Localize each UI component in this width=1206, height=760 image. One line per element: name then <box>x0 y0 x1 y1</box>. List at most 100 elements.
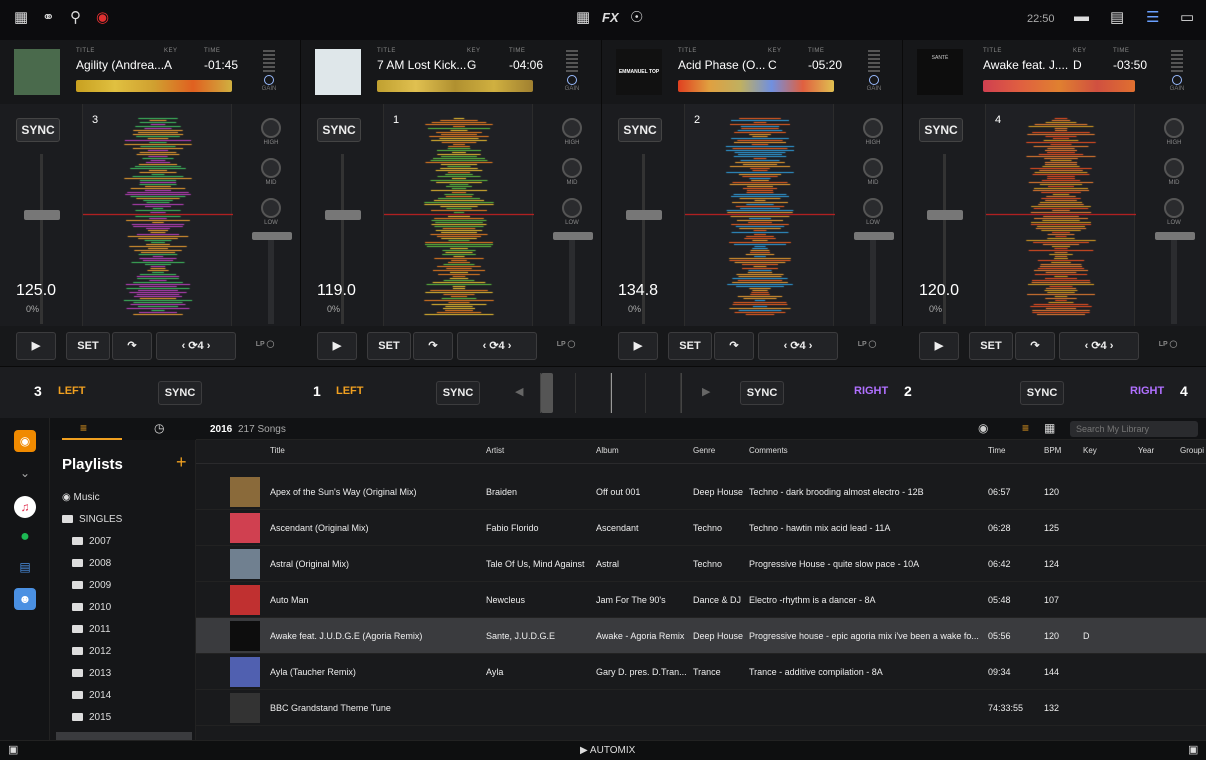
eq-high-knob[interactable]: HIGH <box>258 118 284 146</box>
playlist-item-music[interactable]: ◉ Music <box>62 492 100 503</box>
deck-assign-right[interactable]: RIGHT <box>1130 385 1164 397</box>
overview-waveform[interactable] <box>76 80 232 92</box>
sync-button[interactable]: SYNC <box>158 381 202 405</box>
eq-low-knob[interactable]: LOW <box>258 198 284 226</box>
eq-high-knob[interactable]: HIGH <box>1161 118 1187 146</box>
eq-mid-knob[interactable]: MID <box>559 158 585 186</box>
sync-button[interactable]: SYNC <box>317 118 361 142</box>
filter-icon[interactable]: ◉ <box>978 421 988 435</box>
bpm-display[interactable]: 134.8 <box>618 282 658 300</box>
overview-waveform[interactable] <box>983 80 1135 92</box>
crossfader-left-arrow[interactable]: ◀ <box>515 385 523 398</box>
waveform-display[interactable] <box>684 104 835 326</box>
eq-low-knob[interactable]: LOW <box>860 198 886 226</box>
itunes-icon[interactable]: ♫ <box>14 496 36 518</box>
playlists-tab-icon[interactable]: ≡ <box>80 421 87 435</box>
filter-knob[interactable]: LP ◯ HP <box>852 332 882 374</box>
col-time[interactable]: Time <box>988 446 1005 455</box>
col-grouping[interactable]: Groupi <box>1180 446 1204 455</box>
play-button[interactable]: ▶ <box>919 332 959 360</box>
folder-year[interactable]: 2007 <box>72 536 111 547</box>
overview-waveform[interactable] <box>678 80 834 92</box>
table-row[interactable]: Ayla (Taucher Remix) Ayla Gary D. pres. D.… <box>196 654 1206 690</box>
filter-knob[interactable]: LP ◯ HP <box>551 332 581 374</box>
loop-control[interactable]: ‹ ⟳4 › <box>758 332 838 360</box>
jump-icon[interactable]: ↷ <box>112 332 152 360</box>
col-genre[interactable]: Genre <box>693 446 715 455</box>
gain-control[interactable]: GAIN <box>866 50 882 92</box>
col-album[interactable]: Album <box>596 446 619 455</box>
bpm-display[interactable]: 119.0 <box>317 282 356 300</box>
crossfader-handle[interactable] <box>541 373 553 413</box>
sync-button[interactable]: SYNC <box>919 118 963 142</box>
folder-year[interactable]: 2014 <box>72 690 111 701</box>
col-comments[interactable]: Comments <box>749 446 788 455</box>
set-cue-button[interactable]: SET <box>969 332 1013 360</box>
set-cue-button[interactable]: SET <box>66 332 110 360</box>
fx-button[interactable]: FX <box>602 10 619 25</box>
library-icon[interactable]: ◉ <box>14 430 36 452</box>
layout-double-icon[interactable]: ▤ <box>1110 8 1124 26</box>
eq-high-knob[interactable]: HIGH <box>559 118 585 146</box>
eq-mid-knob[interactable]: MID <box>860 158 886 186</box>
gain-control[interactable]: GAIN <box>261 50 277 92</box>
eq-low-knob[interactable]: LOW <box>559 198 585 226</box>
loop-control[interactable]: ‹ ⟳4 › <box>1059 332 1139 360</box>
col-key[interactable]: Key <box>1083 446 1097 455</box>
folder-singles[interactable]: SINGLES <box>62 514 122 525</box>
crossfader[interactable] <box>540 373 682 413</box>
loop-control[interactable]: ‹ ⟳4 › <box>457 332 537 360</box>
sync-button[interactable]: SYNC <box>16 118 60 142</box>
table-row[interactable]: Astral (Original Mix) Tale Of Us, Mind Ag… <box>196 546 1206 582</box>
record-icon[interactable]: ◉ <box>96 8 109 26</box>
loop-control[interactable]: ‹ ⟳4 › <box>156 332 236 360</box>
play-button[interactable]: ▶ <box>16 332 56 360</box>
collapse-icon[interactable]: ⌄ <box>14 462 36 484</box>
gain-control[interactable]: GAIN <box>1169 50 1185 92</box>
deck-assign-left[interactable]: LEFT <box>336 385 364 397</box>
folder-year[interactable]: 2008 <box>72 558 111 569</box>
waveform-display[interactable] <box>985 104 1136 326</box>
col-year[interactable]: Year <box>1138 446 1154 455</box>
sync-button[interactable]: SYNC <box>740 381 784 405</box>
history-tab-icon[interactable]: ◷ <box>154 421 164 435</box>
table-row[interactable]: Awake feat. J.U.D.G.E (Agoria Remix) Sant… <box>196 618 1206 654</box>
col-title[interactable]: Title <box>270 446 285 455</box>
deck-number[interactable]: 4 <box>995 114 1001 126</box>
gain-control[interactable]: GAIN <box>564 50 580 92</box>
pitch-fader[interactable] <box>927 210 963 220</box>
add-panel-icon[interactable]: ▣ <box>8 743 18 756</box>
waveform-display[interactable] <box>383 104 534 326</box>
folder-year[interactable]: 2011 <box>72 624 111 635</box>
bpm-display[interactable]: 125.0 <box>16 282 56 300</box>
list-view-icon[interactable]: ≡ <box>1022 421 1029 435</box>
overview-waveform[interactable] <box>377 80 533 92</box>
deck-assign-left[interactable]: LEFT <box>58 385 86 397</box>
headphones-icon[interactable]: ⚭ <box>42 8 55 26</box>
table-row[interactable]: Auto Man Newcleus Jam For The 90's Dance & … <box>196 582 1206 618</box>
play-button[interactable]: ▶ <box>618 332 658 360</box>
channel-fader[interactable] <box>252 232 292 240</box>
eq-mid-knob[interactable]: MID <box>258 158 284 186</box>
sidebar-toggle-icon[interactable]: ▣ <box>1188 743 1198 756</box>
filter-knob[interactable]: LP ◯ HP <box>1153 332 1183 374</box>
add-playlist-button[interactable]: + <box>176 452 187 473</box>
track-key[interactable]: G <box>467 58 476 72</box>
track-key[interactable]: C <box>768 58 777 72</box>
track-key[interactable]: A <box>164 58 172 72</box>
deck-assign-right[interactable]: RIGHT <box>854 385 888 397</box>
col-bpm[interactable]: BPM <box>1044 446 1061 455</box>
waveform-display[interactable] <box>82 104 233 326</box>
deck-number[interactable]: 2 <box>694 114 700 126</box>
folder-year[interactable]: 2010 <box>72 602 111 613</box>
sync-button[interactable]: SYNC <box>618 118 662 142</box>
grid-view-icon[interactable]: ▦ <box>1044 421 1055 435</box>
crossfader-right-arrow[interactable]: ▶ <box>702 385 710 398</box>
grid-icon[interactable]: ▦ <box>576 8 590 26</box>
eq-low-knob[interactable]: LOW <box>1161 198 1187 226</box>
search-input[interactable] <box>1070 421 1198 437</box>
jump-icon[interactable]: ↷ <box>714 332 754 360</box>
folder-year[interactable]: 2015 <box>72 712 111 723</box>
channel-fader[interactable] <box>854 232 894 240</box>
bpm-display[interactable]: 120.0 <box>919 282 959 300</box>
